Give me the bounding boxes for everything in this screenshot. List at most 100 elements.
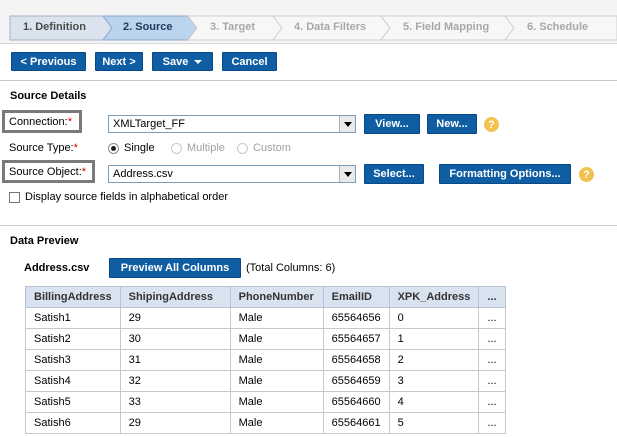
radio-multiple: Multiple xyxy=(171,142,225,154)
table-cell: Male xyxy=(229,307,324,329)
step-source[interactable]: 2. Source xyxy=(123,21,173,33)
chevron-down-icon[interactable] xyxy=(339,116,355,132)
chevron-down-icon xyxy=(194,59,203,64)
table-cell: Satish2 xyxy=(25,328,121,350)
table-cell: Satish6 xyxy=(25,412,121,434)
table-header-row: BillingAddress ShipingAddress PhoneNumbe… xyxy=(25,286,506,308)
source-object-select-value: Address.csv xyxy=(113,168,173,180)
column-header[interactable]: BillingAddress xyxy=(25,286,121,308)
column-header[interactable]: ... xyxy=(478,286,506,308)
cancel-button[interactable]: Cancel xyxy=(222,52,277,71)
data-preview-title: Data Preview xyxy=(10,235,79,247)
table-cell: Satish3 xyxy=(25,349,121,371)
table-cell: 2 xyxy=(388,349,480,371)
radio-single-label: Single xyxy=(124,142,155,154)
table-cell: ... xyxy=(478,307,506,329)
table-cell: 30 xyxy=(119,328,231,350)
previous-button[interactable]: < Previous xyxy=(11,52,86,71)
source-object-select[interactable]: Address.csv xyxy=(108,165,356,183)
table-cell: Male xyxy=(229,391,324,413)
new-button[interactable]: New... xyxy=(427,114,477,134)
select-button[interactable]: Select... xyxy=(364,164,424,184)
step-field-mapping[interactable]: 5. Field Mapping xyxy=(403,21,489,33)
step-data-filters[interactable]: 4. Data Filters xyxy=(294,21,366,33)
help-icon[interactable]: ? xyxy=(579,167,594,182)
required-mark: * xyxy=(73,142,78,154)
radio-multiple-icon xyxy=(171,142,182,154)
data-preview-table: BillingAddress ShipingAddress PhoneNumbe… xyxy=(25,286,506,434)
table-cell: 65564657 xyxy=(322,328,390,350)
column-header[interactable]: PhoneNumber xyxy=(229,286,324,308)
required-mark: * xyxy=(81,165,87,178)
connection-select-value: XMLTarget_FF xyxy=(113,118,185,130)
required-mark: * xyxy=(67,115,72,128)
next-button[interactable]: Next > xyxy=(95,52,143,71)
table-cell: 32 xyxy=(119,370,231,392)
table-cell: 5 xyxy=(388,412,480,434)
preview-all-columns-button[interactable]: Preview All Columns xyxy=(109,258,241,278)
table-cell: 4 xyxy=(388,391,480,413)
table-cell: 65564658 xyxy=(322,349,390,371)
connection-label-text: Connection: xyxy=(9,115,68,128)
table-cell: 65564661 xyxy=(322,412,390,434)
save-button-label: Save xyxy=(162,55,189,68)
table-row: Satish6 29 Male 65564661 5 ... xyxy=(25,412,506,434)
table-cell: ... xyxy=(478,391,506,413)
table-row: Satish2 30 Male 65564657 1 ... xyxy=(25,328,506,350)
section-divider xyxy=(0,225,617,226)
column-header[interactable]: ShipingAddress xyxy=(119,286,231,308)
save-button[interactable]: Save xyxy=(152,52,213,71)
view-button[interactable]: View... xyxy=(364,114,420,134)
table-cell: ... xyxy=(478,328,506,350)
wizard-steps: 1. Definition 2. Source 3. Target 4. Dat… xyxy=(0,0,617,44)
chevron-down-icon[interactable] xyxy=(339,166,355,182)
toolbar-divider xyxy=(0,80,617,81)
connection-select[interactable]: XMLTarget_FF xyxy=(108,115,356,133)
table-cell: Male xyxy=(229,328,324,350)
step-schedule[interactable]: 6. Schedule xyxy=(527,21,588,33)
radio-custom-label: Custom xyxy=(253,142,291,154)
table-cell: 3 xyxy=(388,370,480,392)
table-cell: Satish1 xyxy=(25,307,121,329)
table-row: Satish5 33 Male 65564660 4 ... xyxy=(25,391,506,413)
table-cell: 65564656 xyxy=(322,307,390,329)
column-header[interactable]: EmailID xyxy=(322,286,390,308)
step-definition[interactable]: 1. Definition xyxy=(23,21,86,33)
table-cell: 1 xyxy=(388,328,480,350)
alpha-order-checkbox[interactable] xyxy=(9,192,20,203)
source-details-title: Source Details xyxy=(10,90,87,102)
table-cell: ... xyxy=(478,412,506,434)
radio-multiple-label: Multiple xyxy=(187,142,225,154)
table-cell: Male xyxy=(229,370,324,392)
table-cell: Satish4 xyxy=(25,370,121,392)
table-cell: Male xyxy=(229,349,324,371)
table-cell: 29 xyxy=(119,307,231,329)
source-object-label: Source Object: * xyxy=(2,160,95,183)
radio-single-icon[interactable] xyxy=(108,142,119,154)
source-type-label-text: Source Type: xyxy=(9,142,74,154)
table-row: Satish4 32 Male 65564659 3 ... xyxy=(25,370,506,392)
source-type-label: Source Type:* xyxy=(9,142,78,154)
help-icon[interactable]: ? xyxy=(484,117,499,132)
table-cell: 33 xyxy=(119,391,231,413)
radio-custom: Custom xyxy=(237,142,291,154)
table-cell: 0 xyxy=(388,307,480,329)
step-target[interactable]: 3. Target xyxy=(210,21,255,33)
table-cell: Satish5 xyxy=(25,391,121,413)
table-cell: ... xyxy=(478,349,506,371)
source-object-label-text: Source Object: xyxy=(9,165,82,178)
table-cell: Male xyxy=(229,412,324,434)
table-row: Satish1 29 Male 65564656 0 ... xyxy=(25,307,506,329)
table-cell: 65564659 xyxy=(322,370,390,392)
alpha-order-label: Display source fields in alphabetical or… xyxy=(25,191,228,203)
table-cell: ... xyxy=(478,370,506,392)
table-cell: 65564660 xyxy=(322,391,390,413)
total-columns-label: (Total Columns: 6) xyxy=(246,262,336,274)
formatting-options-button[interactable]: Formatting Options... xyxy=(439,164,571,184)
table-cell: 29 xyxy=(119,412,231,434)
table-cell: 31 xyxy=(119,349,231,371)
preview-file-name: Address.csv xyxy=(24,262,90,274)
column-header[interactable]: XPK_Address xyxy=(388,286,480,308)
radio-single[interactable]: Single xyxy=(108,142,155,154)
connection-label: Connection: * xyxy=(2,110,82,133)
